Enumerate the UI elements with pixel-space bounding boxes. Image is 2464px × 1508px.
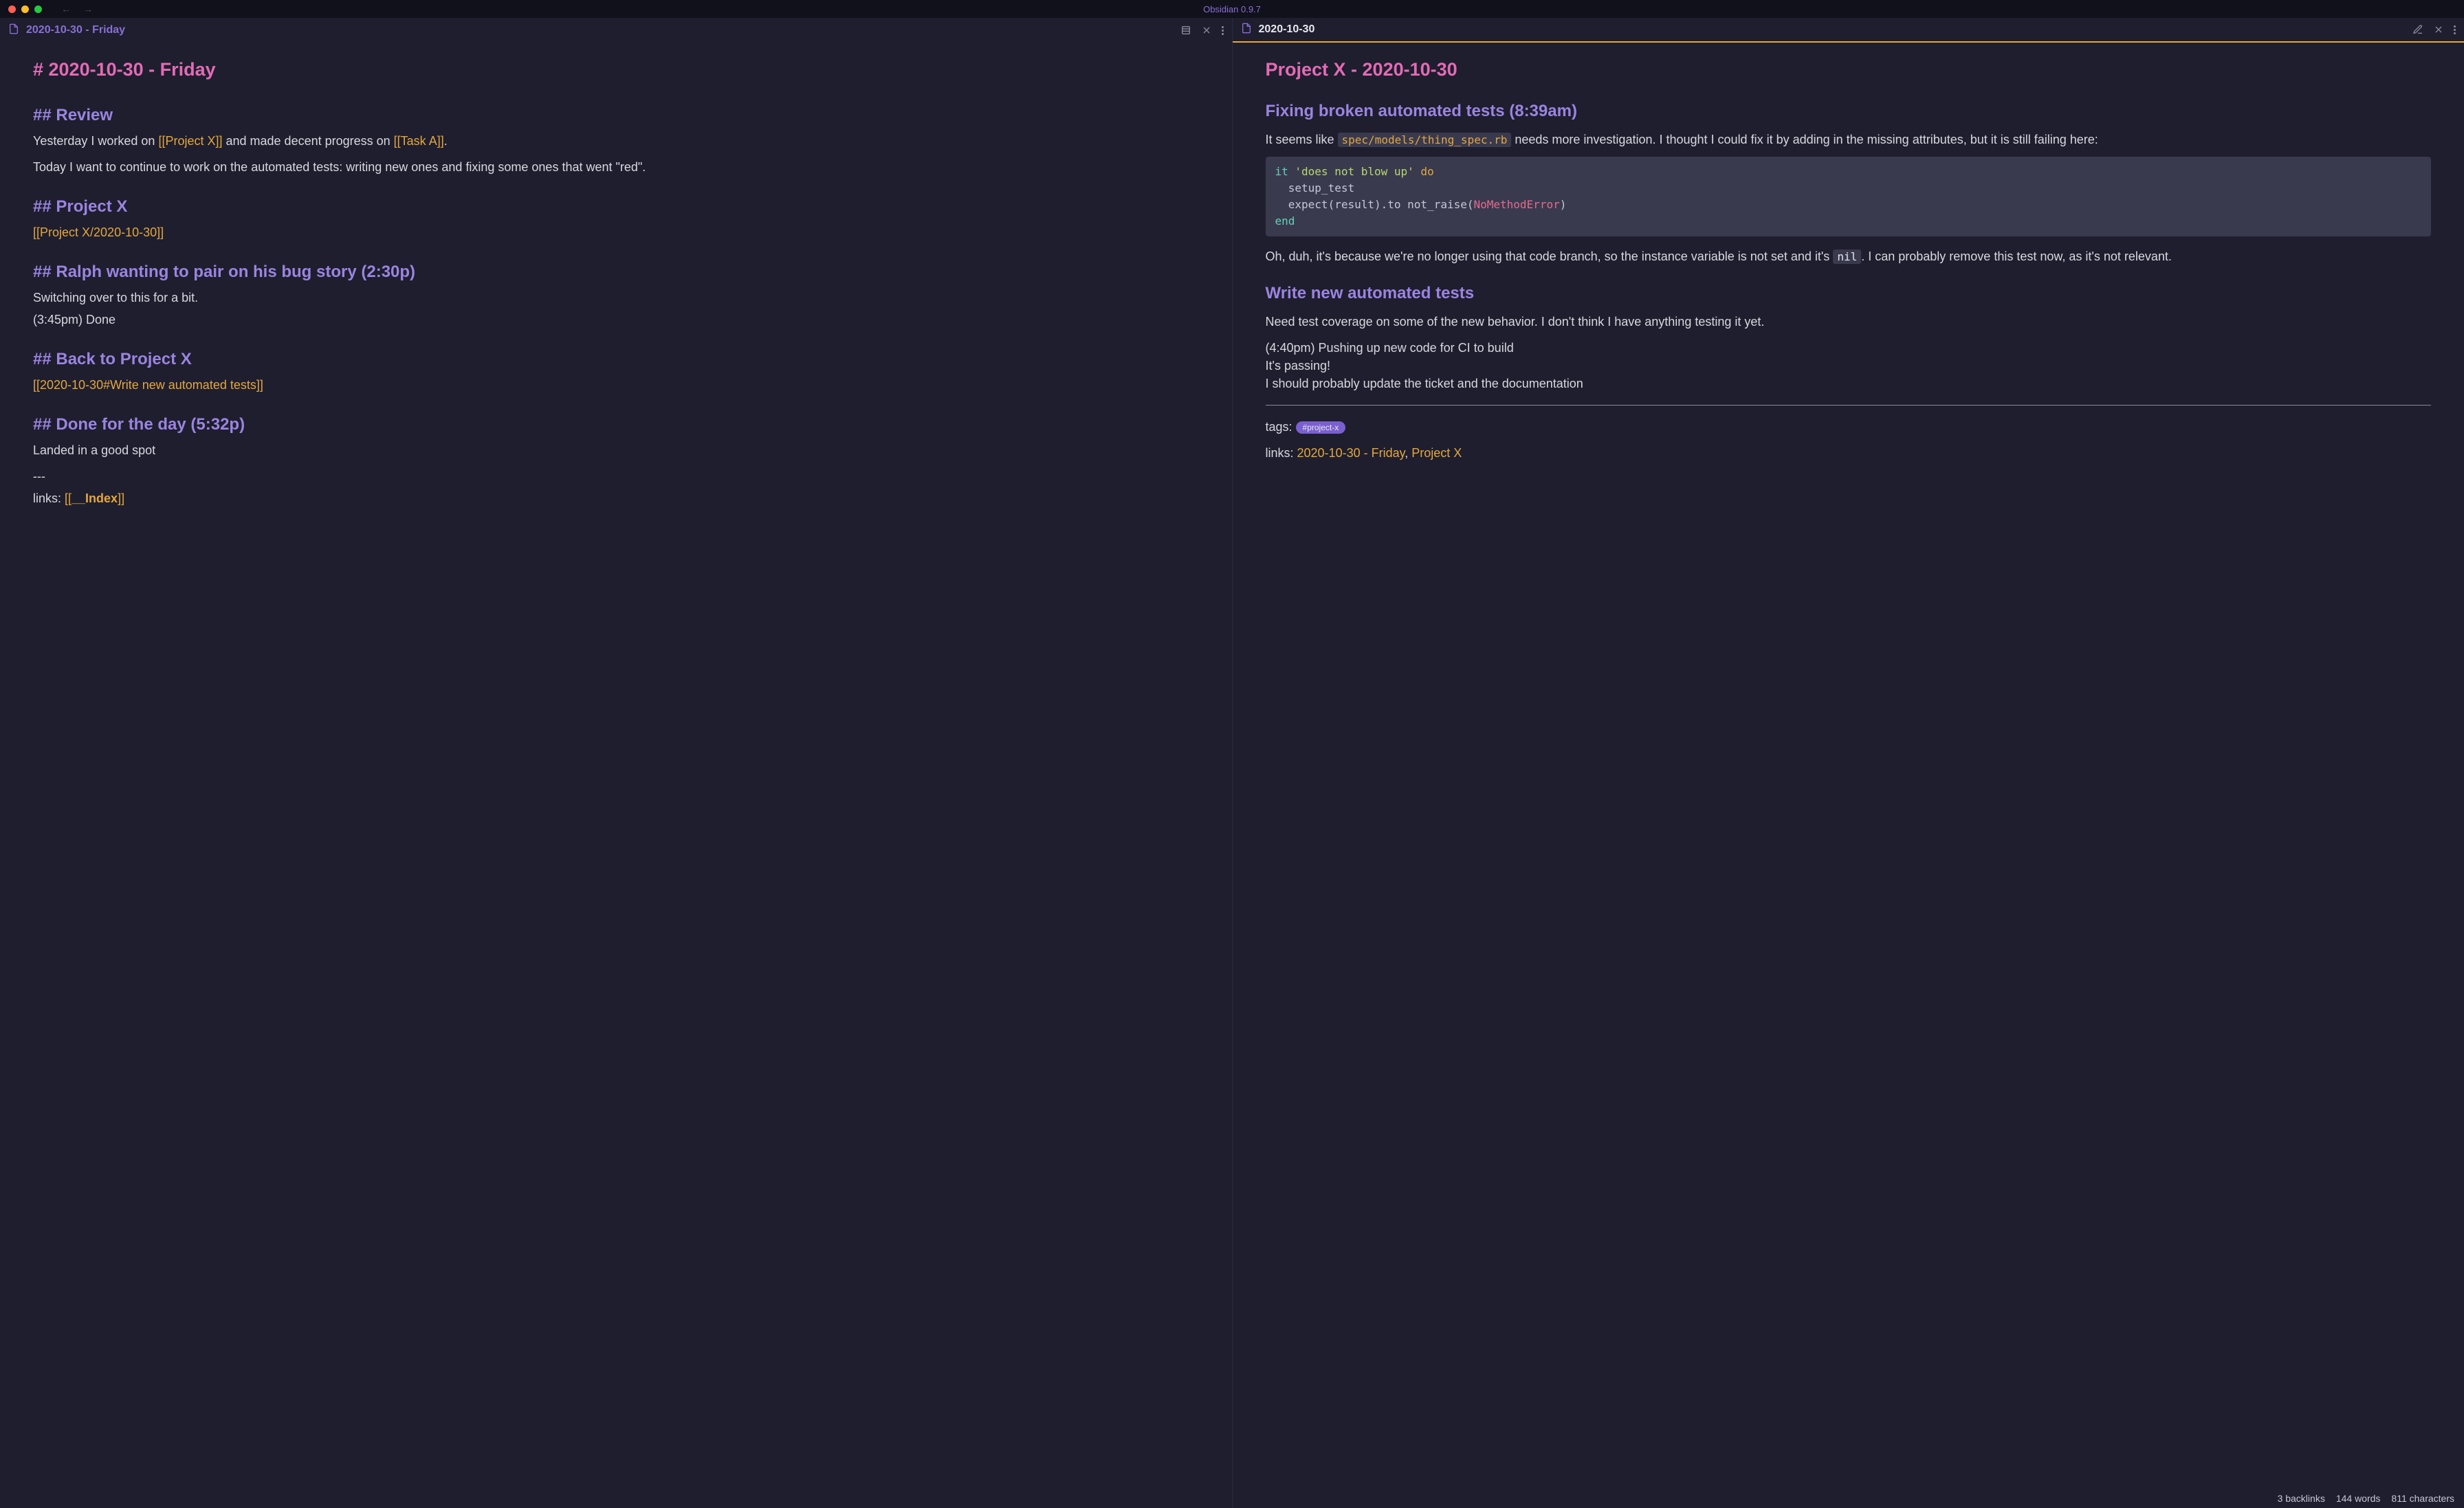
- heading-2: ## Done for the day (5:32p): [33, 413, 1199, 437]
- paragraph: Switching over to this for a bit.: [33, 289, 1199, 307]
- paragraph: (3:45pm) Done: [33, 311, 1199, 329]
- status-backlinks[interactable]: 3 backlinks: [2278, 1493, 2325, 1504]
- paragraph: [[2020-10-30#Write new automated tests]]: [33, 376, 1199, 394]
- wikilink[interactable]: [[__Index]]: [65, 491, 124, 505]
- text: It seems like: [1266, 133, 1338, 146]
- editor-left[interactable]: # 2020-10-30 - Friday ## Review Yesterda…: [0, 43, 1232, 1508]
- text: Oh, duh, it's because we're no longer us…: [1266, 250, 1834, 263]
- window-close-button[interactable]: [8, 5, 16, 13]
- tags-line: tags: #project-x: [1266, 418, 2432, 436]
- nav-back-icon[interactable]: ←: [61, 3, 71, 14]
- close-tab-icon[interactable]: [2433, 24, 2444, 35]
- text: . I can probably remove this test now, a…: [1861, 250, 2172, 263]
- window-maximize-button[interactable]: [34, 5, 42, 13]
- file-icon: [8, 23, 19, 37]
- preview-right[interactable]: Project X - 2020-10-30 Fixing broken aut…: [1233, 43, 2464, 1508]
- wikilink[interactable]: [[Project X]]: [158, 134, 222, 148]
- text: needs more investigation. I thought I co…: [1511, 133, 2098, 146]
- preview-toggle-icon[interactable]: [1180, 25, 1191, 36]
- paragraph: Need test coverage on some of the new be…: [1266, 313, 2432, 331]
- heading-2: Fixing broken automated tests (8:39am): [1266, 100, 2432, 124]
- paragraph: Yesterday I worked on [[Project X]] and …: [33, 132, 1199, 150]
- heading-2: ## Review: [33, 104, 1199, 128]
- file-icon: [1241, 23, 1252, 36]
- status-chars: 811 characters: [2391, 1493, 2454, 1504]
- links-line: links: 2020-10-30 - Friday, Project X: [1266, 444, 2432, 462]
- heading-2: Write new automated tests: [1266, 282, 2432, 306]
- code-block: it 'does not blow up' do setup_test expe…: [1266, 157, 2432, 236]
- pane-right: 2020-10-30 Project X - 2020-10-30 Fixing…: [1232, 18, 2464, 1508]
- pane-left: 2020-10-30 - Friday # 2020-10-30 - Frida…: [0, 18, 1232, 1508]
- text: I should probably update the ticket and …: [1266, 377, 1583, 390]
- wikilink[interactable]: [[2020-10-30#Write new automated tests]]: [33, 378, 263, 392]
- status-bar: 3 backlinks 144 words 811 characters: [2268, 1489, 2464, 1508]
- more-options-icon[interactable]: [2454, 25, 2456, 34]
- horizontal-rule: [1266, 405, 2432, 406]
- hr-source: ---: [33, 467, 1199, 485]
- text: .: [444, 134, 448, 148]
- text: links:: [1266, 446, 1297, 460]
- wikilink[interactable]: [[Project X/2020-10-30]]: [33, 225, 164, 239]
- heading-2: ## Back to Project X: [33, 348, 1199, 372]
- text: (4:40pm) Pushing up new code for CI to b…: [1266, 341, 1514, 355]
- nav-forward-icon[interactable]: →: [83, 3, 93, 14]
- app-title: Obsidian 0.9.7: [1203, 4, 1261, 14]
- text: Yesterday I worked on: [33, 134, 158, 148]
- paragraph: Today I want to continue to work on the …: [33, 158, 1199, 176]
- paragraph: (4:40pm) Pushing up new code for CI to b…: [1266, 339, 2432, 392]
- inline-code: nil: [1833, 250, 1861, 264]
- text: ,: [1405, 446, 1411, 460]
- paragraph: Landed in a good spot: [33, 441, 1199, 459]
- text: and made decent progress on: [223, 134, 394, 148]
- paragraph: [[Project X/2020-10-30]]: [33, 223, 1199, 241]
- tab-header-right: 2020-10-30: [1233, 18, 2464, 43]
- internal-link[interactable]: Project X: [1411, 446, 1462, 460]
- workspace: 2020-10-30 - Friday # 2020-10-30 - Frida…: [0, 18, 2464, 1508]
- edit-toggle-icon[interactable]: [2412, 24, 2423, 35]
- heading-1: # 2020-10-30 - Friday: [33, 56, 1199, 83]
- tag-pill[interactable]: #project-x: [1296, 421, 1346, 434]
- window-minimize-button[interactable]: [21, 5, 29, 13]
- text: It's passing!: [1266, 359, 1330, 373]
- paragraph: It seems like spec/models/thing_spec.rb …: [1266, 131, 2432, 148]
- titlebar: ← → Obsidian 0.9.7: [0, 0, 2464, 18]
- close-tab-icon[interactable]: [1201, 25, 1212, 36]
- paragraph: Oh, duh, it's because we're no longer us…: [1266, 247, 2432, 265]
- internal-link[interactable]: 2020-10-30 - Friday: [1297, 446, 1405, 460]
- text: links:: [33, 491, 65, 505]
- more-options-icon[interactable]: [1222, 26, 1224, 35]
- links-line: links: [[__Index]]: [33, 489, 1199, 507]
- inline-code: spec/models/thing_spec.rb: [1338, 133, 1512, 147]
- status-words: 144 words: [2336, 1493, 2381, 1504]
- window-controls: [0, 5, 42, 13]
- tab-header-left: 2020-10-30 - Friday: [0, 18, 1232, 43]
- footer-meta: tags: #project-x links: 2020-10-30 - Fri…: [1266, 418, 2432, 462]
- tab-title-left[interactable]: 2020-10-30 - Friday: [26, 24, 1174, 36]
- heading-1: Project X - 2020-10-30: [1266, 56, 2432, 83]
- tab-title-right[interactable]: 2020-10-30: [1259, 23, 2406, 36]
- text: tags:: [1266, 420, 1296, 434]
- wikilink[interactable]: [[Task A]]: [394, 134, 444, 148]
- heading-2: ## Ralph wanting to pair on his bug stor…: [33, 260, 1199, 285]
- heading-2: ## Project X: [33, 195, 1199, 219]
